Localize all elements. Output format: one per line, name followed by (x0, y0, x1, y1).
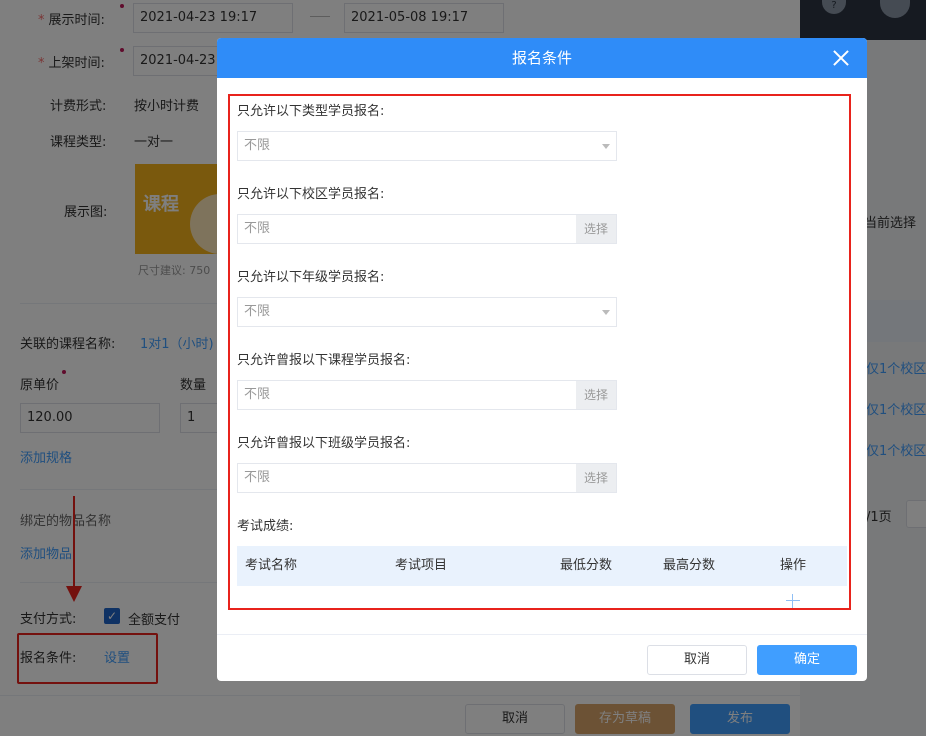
annotation-highlight-box (228, 94, 851, 610)
dialog-header: 报名条件 (217, 38, 867, 78)
close-icon[interactable] (833, 50, 849, 66)
enroll-conditions-dialog: 报名条件 只允许以下类型学员报名: 不限 只允许以下校区学员报名: 不限 选择 … (217, 38, 867, 681)
dialog-title: 报名条件 (511, 49, 572, 67)
dialog-footer: 取消 确定 (217, 634, 867, 681)
dialog-confirm-button[interactable]: 确定 (757, 645, 857, 675)
dialog-cancel-button[interactable]: 取消 (647, 645, 747, 675)
